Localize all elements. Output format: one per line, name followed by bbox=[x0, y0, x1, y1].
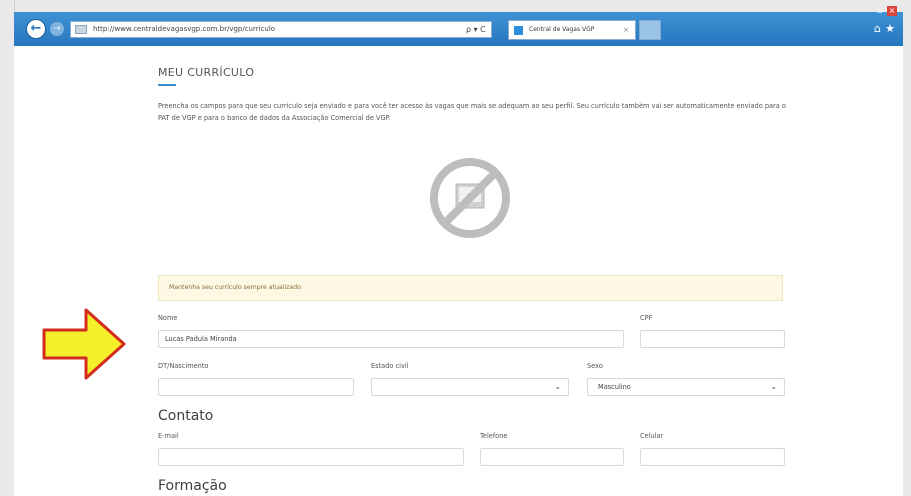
formacao-heading: Formação bbox=[158, 478, 227, 494]
telefone-label: Telefone bbox=[480, 432, 508, 440]
site-favicon-icon bbox=[514, 26, 523, 35]
nascimento-label: DT/Nascimento bbox=[158, 362, 209, 370]
back-arrow-icon[interactable]: ← bbox=[26, 19, 46, 39]
no-photo-icon[interactable] bbox=[428, 156, 512, 240]
page-icon bbox=[75, 25, 87, 34]
new-tab-button[interactable] bbox=[639, 20, 661, 40]
home-icon[interactable]: ⌂ bbox=[874, 22, 881, 35]
estado-civil-label: Estado civil bbox=[371, 362, 409, 370]
bezel-top bbox=[0, 0, 911, 12]
sexo-label: Sexo bbox=[587, 362, 603, 370]
forward-arrow-icon[interactable]: → bbox=[50, 22, 64, 36]
chevron-down-icon: ⌄ bbox=[770, 382, 777, 391]
bezel-right bbox=[903, 0, 911, 496]
nome-field[interactable]: Lucas Padula Miranda bbox=[158, 330, 624, 348]
intro-text: Preencha os campos para que seu currícul… bbox=[158, 102, 786, 122]
email-field[interactable] bbox=[158, 448, 464, 466]
chevron-down-icon: ⌄ bbox=[554, 382, 561, 391]
estado-civil-select[interactable]: ⌄ bbox=[371, 378, 569, 396]
close-icon[interactable]: × bbox=[887, 6, 897, 16]
nascimento-field[interactable] bbox=[158, 378, 354, 396]
cpf-label: CPF bbox=[640, 314, 653, 322]
address-bar[interactable]: http://www.centraldevagasvgp.com.br/vgp/… bbox=[70, 21, 492, 38]
window-controls: – ▫ × bbox=[863, 6, 897, 16]
browser-toolbar: ← → http://www.centraldevagasvgp.com.br/… bbox=[14, 6, 903, 46]
search-refresh-icon[interactable]: ρ ▾ C bbox=[466, 21, 506, 38]
contato-heading: Contato bbox=[158, 408, 214, 424]
tab-label: Central de Vagas VGP bbox=[529, 26, 595, 33]
title-underline bbox=[158, 84, 176, 86]
bezel-left bbox=[0, 0, 15, 496]
yellow-arrow-pointer-icon bbox=[42, 308, 126, 380]
page-title: MEU CURRÍCULO bbox=[158, 66, 255, 79]
page-content: MEU CURRÍCULO Preencha os campos para qu… bbox=[14, 46, 903, 496]
email-label: E-mail bbox=[158, 432, 179, 440]
celular-field[interactable] bbox=[640, 448, 785, 466]
address-url: http://www.centraldevagasvgp.com.br/vgp/… bbox=[93, 25, 276, 33]
sexo-value: Masculino bbox=[598, 383, 631, 391]
telefone-field[interactable] bbox=[480, 448, 624, 466]
celular-label: Celular bbox=[640, 432, 664, 440]
sexo-select[interactable]: Masculino ⌄ bbox=[587, 378, 785, 396]
favorites-star-icon[interactable]: ★ bbox=[885, 22, 895, 35]
maximize-icon[interactable]: ▫ bbox=[875, 6, 885, 16]
cpf-field[interactable] bbox=[640, 330, 785, 348]
tab-close-icon[interactable]: × bbox=[623, 21, 629, 39]
nome-label: Nome bbox=[158, 314, 178, 322]
browser-tab[interactable]: Central de Vagas VGP × bbox=[508, 20, 636, 40]
minimize-icon[interactable]: – bbox=[863, 6, 873, 16]
notice-banner: Mantenha seu currículo sempre atualizado bbox=[158, 275, 783, 301]
